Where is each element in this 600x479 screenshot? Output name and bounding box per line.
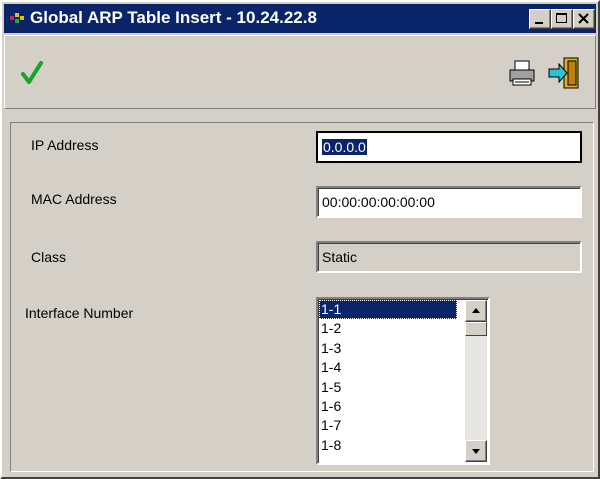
interface-number-listbox[interactable]: 1-1 1-2 1-3 1-4 1-5 1-6 1-7 1-8 bbox=[316, 297, 490, 465]
list-item[interactable]: 1-7 bbox=[319, 416, 457, 435]
app-icon bbox=[10, 13, 24, 23]
close-button[interactable] bbox=[573, 9, 595, 29]
list-item[interactable]: 1-1 bbox=[319, 300, 457, 320]
interface-list-items: 1-1 1-2 1-3 1-4 1-5 1-6 1-7 1-8 bbox=[319, 300, 457, 455]
class-label: Class bbox=[31, 249, 67, 265]
mac-address-label: MAC Address bbox=[31, 191, 117, 207]
interface-number-label: Interface Number bbox=[25, 305, 134, 321]
list-item[interactable]: 1-2 bbox=[319, 319, 457, 338]
list-item[interactable]: 1-4 bbox=[319, 358, 457, 377]
title-bar[interactable]: Global ARP Table Insert - 10.24.22.8 bbox=[4, 4, 596, 33]
window-title: Global ARP Table Insert - 10.24.22.8 bbox=[30, 8, 317, 27]
close-icon bbox=[578, 13, 589, 24]
list-item[interactable]: 1-8 bbox=[319, 436, 457, 455]
checkmark-icon bbox=[21, 61, 43, 84]
print-button[interactable] bbox=[503, 54, 539, 90]
minimize-icon bbox=[535, 22, 543, 24]
arrow-down-icon bbox=[472, 449, 480, 454]
class-field: Static bbox=[316, 241, 582, 273]
printer-icon bbox=[509, 60, 535, 86]
scroll-down-button[interactable] bbox=[465, 440, 487, 462]
list-item[interactable]: 1-6 bbox=[319, 397, 457, 416]
scroll-up-button[interactable] bbox=[465, 300, 487, 322]
ip-address-label: IP Address bbox=[31, 137, 99, 153]
listbox-scrollbar[interactable] bbox=[465, 300, 487, 462]
list-item[interactable]: 1-3 bbox=[319, 339, 457, 358]
scroll-thumb[interactable] bbox=[465, 322, 487, 336]
maximize-button[interactable] bbox=[551, 9, 573, 29]
toolbar bbox=[4, 35, 596, 109]
exit-door-icon bbox=[548, 57, 579, 89]
minimize-button[interactable] bbox=[529, 9, 551, 29]
maximize-icon bbox=[556, 13, 567, 23]
list-item[interactable]: 1-5 bbox=[319, 378, 457, 397]
ip-address-field[interactable]: 0.0.0.0 bbox=[316, 131, 582, 163]
arp-insert-window: Global ARP Table Insert - 10.24.22.8 IP … bbox=[0, 0, 600, 479]
arp-form: IP Address 0.0.0.0 MAC Address 00:00:00:… bbox=[10, 122, 594, 472]
ip-address-value: 0.0.0.0 bbox=[322, 139, 367, 155]
mac-address-field[interactable]: 00:00:00:00:00:00 bbox=[316, 186, 582, 218]
arrow-up-icon bbox=[472, 308, 480, 313]
apply-button[interactable] bbox=[13, 54, 49, 90]
exit-button[interactable] bbox=[545, 54, 581, 90]
